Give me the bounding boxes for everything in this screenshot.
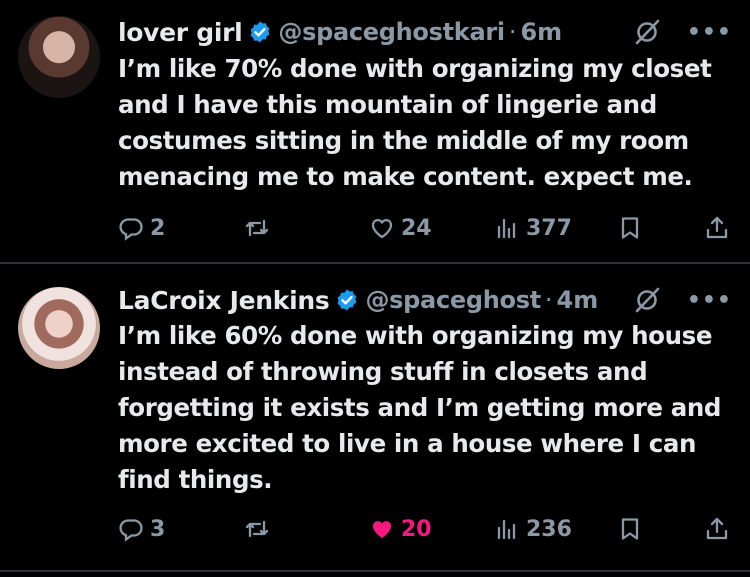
verified-badge-icon — [338, 289, 357, 311]
more-icon[interactable]: ••• — [687, 288, 732, 313]
divider — [0, 262, 750, 264]
views-button[interactable]: 236 — [494, 516, 572, 542]
action-bar: 2 24 377 — [118, 211, 730, 245]
reply-icon — [119, 218, 143, 241]
retweet-button[interactable] — [244, 215, 270, 241]
share-button[interactable] — [704, 215, 730, 241]
tweet-header: LaCroix Jenkins @spaceghost · 4m ••• — [118, 282, 732, 318]
avatar[interactable] — [18, 16, 100, 98]
timestamp[interactable]: 6m — [520, 18, 562, 46]
like-count: 24 — [401, 215, 432, 241]
timestamp[interactable]: 4m — [557, 286, 599, 314]
like-button[interactable]: 24 — [369, 215, 432, 241]
reply-count: 2 — [150, 215, 166, 241]
views-icon — [497, 519, 516, 540]
grok-icon[interactable] — [633, 286, 661, 314]
separator: · — [544, 286, 553, 314]
share-icon — [706, 216, 728, 239]
views-button[interactable]: 377 — [494, 215, 572, 241]
more-icon[interactable]: ••• — [687, 20, 732, 45]
retweet-icon — [245, 219, 269, 237]
bookmark-icon — [621, 518, 639, 540]
avatar[interactable] — [18, 287, 100, 369]
reply-count: 3 — [150, 516, 166, 542]
divider — [0, 570, 750, 572]
bookmark-button[interactable] — [617, 215, 643, 241]
retweet-button[interactable] — [244, 516, 270, 542]
tweet[interactable]: lover girl @spaceghostkari · 6m ••• I’m … — [0, 0, 750, 262]
views-icon — [497, 218, 516, 239]
separator: · — [508, 18, 517, 46]
verified-badge-icon — [251, 21, 270, 43]
bookmark-icon — [621, 217, 639, 239]
reply-icon — [119, 519, 143, 542]
share-button[interactable] — [704, 516, 730, 542]
tweet-text: I’m like 70% done with organizing my clo… — [118, 54, 712, 191]
share-icon — [706, 517, 728, 540]
reply-button[interactable]: 3 — [118, 516, 165, 542]
views-count: 236 — [526, 516, 572, 542]
tweet-header: lover girl @spaceghostkari · 6m ••• — [118, 14, 732, 50]
tweet-text: I’m like 60% done with organizing my hou… — [118, 321, 722, 494]
display-name[interactable]: LaCroix Jenkins — [118, 286, 330, 315]
like-button[interactable]: 20 — [369, 516, 432, 542]
retweet-icon — [245, 520, 269, 538]
like-icon — [371, 218, 393, 239]
reply-button[interactable]: 2 — [118, 215, 165, 241]
like-icon — [372, 521, 392, 538]
display-name[interactable]: lover girl — [118, 18, 243, 47]
grok-icon[interactable] — [633, 18, 661, 46]
handle[interactable]: @spaceghost — [365, 286, 541, 314]
action-bar: 3 20 236 — [118, 512, 730, 546]
views-count: 377 — [526, 215, 572, 241]
like-count: 20 — [401, 516, 432, 542]
bookmark-button[interactable] — [617, 516, 643, 542]
handle[interactable]: @spaceghostkari — [278, 18, 505, 46]
